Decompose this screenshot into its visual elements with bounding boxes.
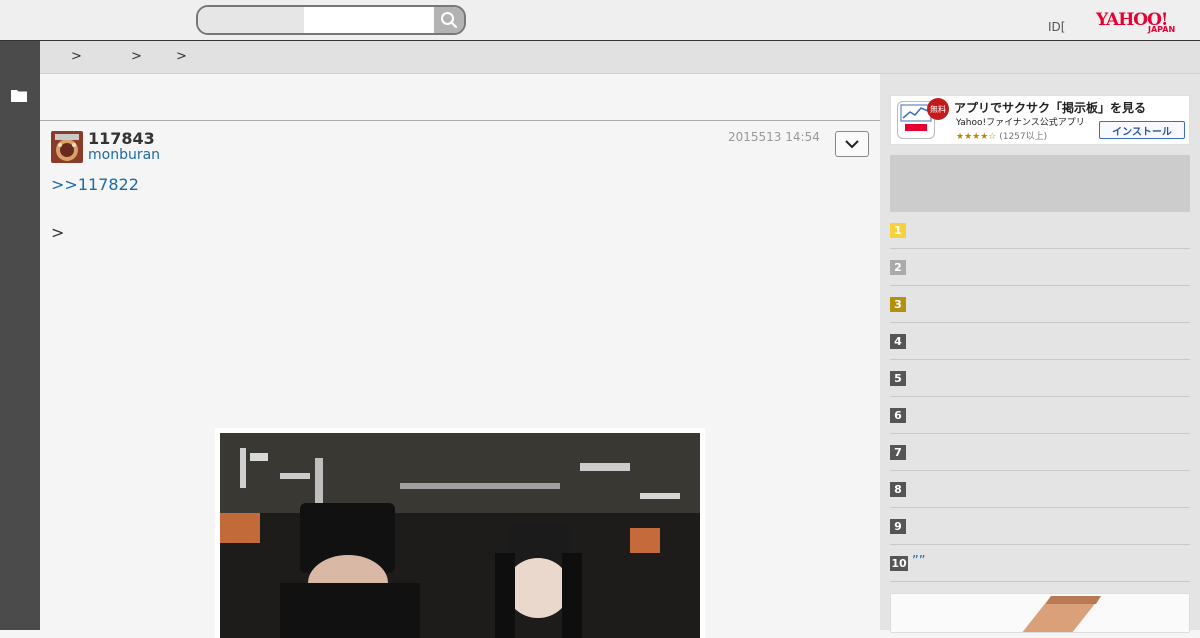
ranking-item[interactable]: 2	[890, 249, 1190, 286]
breadcrumb-separator: >	[131, 49, 142, 64]
rank-number: 5	[890, 371, 906, 386]
breadcrumb: > > >	[40, 41, 1200, 74]
breadcrumb-separator: >	[176, 49, 187, 64]
rating-stars: ★★★★☆ (1257以上)	[956, 129, 1047, 142]
quote-text: >	[51, 223, 65, 242]
search-icon	[441, 12, 458, 29]
login-id-link[interactable]: ID[	[1048, 20, 1065, 34]
rating-count: (1257以上)	[999, 132, 1048, 142]
author-link[interactable]: monburan	[88, 147, 160, 163]
ranking-item[interactable]: 8	[890, 471, 1190, 508]
ranking-item[interactable]: 3	[890, 286, 1190, 323]
post-date: 2015513 14:54	[728, 130, 820, 144]
post-number: 117843	[88, 129, 155, 148]
app-banner-title: アプリでサクサク「掲示板」を見る	[954, 101, 1147, 115]
rank-number: 7	[890, 445, 906, 460]
post-menu-button[interactable]	[835, 131, 869, 157]
rank-number: 9	[890, 519, 906, 534]
main-content: 117843 monburan 2015513 14:54 >>117822 >	[40, 74, 880, 638]
divider	[40, 120, 880, 121]
search-category[interactable]	[198, 7, 304, 33]
chevron-down-icon	[845, 139, 859, 148]
rank-number: 2	[890, 260, 906, 275]
ranking-item[interactable]: 10 ””	[890, 545, 1190, 582]
ranking-item[interactable]: 4	[890, 323, 1190, 360]
rank-number: 8	[890, 482, 906, 497]
header: ID[ YAHOO! JAPAN	[0, 0, 1200, 41]
avatar[interactable]	[51, 131, 83, 163]
rank-number: 4	[890, 334, 906, 349]
ranking-item[interactable]: 9	[890, 508, 1190, 545]
install-button[interactable]: インストール	[1099, 121, 1185, 139]
ad-placeholder	[890, 155, 1190, 212]
app-banner-subtitle: Yahoo!ファイナンス公式アプリ	[956, 118, 1085, 128]
ranking-item[interactable]: 1	[890, 212, 1190, 249]
yahoo-japan-logo[interactable]: YAHOO! JAPAN	[1096, 10, 1188, 36]
ranking-item[interactable]: 5	[890, 360, 1190, 397]
rank-number: 3	[890, 297, 906, 312]
ad-image[interactable]	[890, 593, 1190, 633]
free-badge: 無料	[927, 98, 949, 120]
breadcrumb-separator: >	[71, 49, 82, 64]
ranking-list: 1 2 3 4 5 6 7 8 9 10 ””	[890, 212, 1190, 582]
app-banner[interactable]: 無料 アプリでサクサク「掲示板」を見る Yahoo!ファイナンス公式アプリ ★★…	[890, 95, 1190, 145]
rank-number: 10	[890, 556, 908, 571]
ranking-item[interactable]: 6	[890, 397, 1190, 434]
rating-stars-text: ★★★★☆	[956, 132, 997, 142]
left-rail	[0, 41, 40, 630]
logo-sub-text: JAPAN	[1148, 25, 1176, 34]
rank-number: 1	[890, 223, 906, 238]
post-image[interactable]	[215, 428, 705, 638]
search-button[interactable]	[434, 7, 464, 33]
rank-title: ””	[912, 554, 926, 569]
sidebar: 無料 アプリでサクサク「掲示板」を見る Yahoo!ファイナンス公式アプリ ★★…	[880, 74, 1200, 633]
search-input[interactable]	[304, 7, 434, 33]
ranking-item[interactable]: 7	[890, 434, 1190, 471]
rank-number: 6	[890, 408, 906, 423]
folder-icon[interactable]	[11, 88, 27, 102]
search-box	[196, 5, 466, 35]
photo	[220, 433, 700, 638]
reply-link[interactable]: >>117822	[51, 175, 139, 194]
